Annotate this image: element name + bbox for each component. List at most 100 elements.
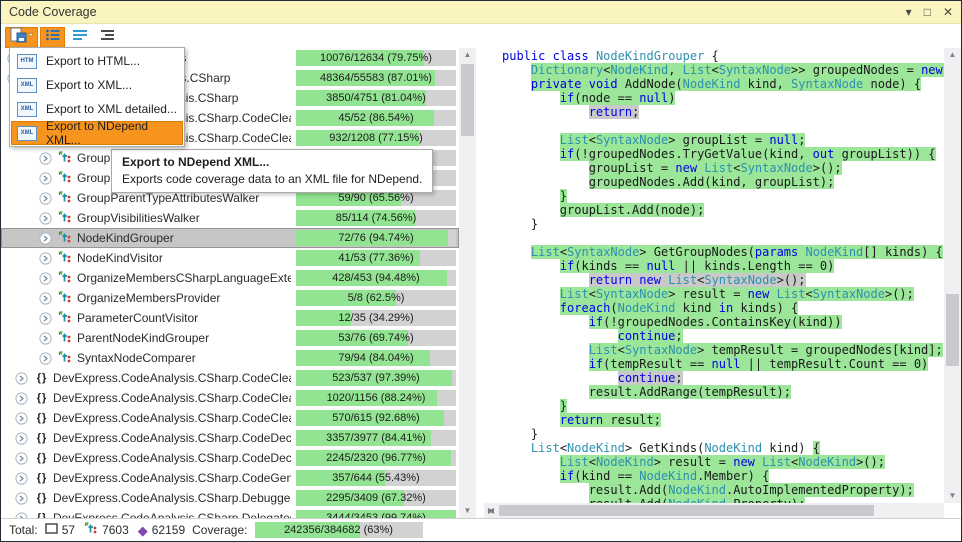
tree-row-label: DevExpress.CodeAnalysis.CSharp.CodeDecla… — [53, 451, 291, 465]
code-preview-panel[interactable]: public class NodeKindGrouper { Dictionar… — [484, 48, 961, 518]
tree-row[interactable]: { }DevExpress.CodeAnalysis.CSharp.Debugg… — [1, 488, 459, 508]
expand-icon[interactable] — [15, 372, 28, 385]
code-line: Dictionary<NodeKind, List<SyntaxNode>> g… — [502, 63, 944, 77]
status-count-value: 7603 — [102, 523, 129, 537]
tree-row[interactable]: { }DevExpress.CodeAnalysis.CSharp.CodeDe… — [1, 448, 459, 468]
tree-row[interactable]: OrganizeMembersCSharpLanguageExtension42… — [1, 268, 459, 288]
coverage-bar: 3444/3453 (99.74%) — [296, 510, 456, 518]
scroll-down-icon[interactable]: ▼ — [944, 489, 961, 503]
expand-icon[interactable] — [39, 192, 52, 205]
tree-row-label: GroupVisibilitiesWalker — [77, 211, 291, 225]
class-icon — [57, 271, 73, 285]
maximize-icon[interactable]: □ — [924, 6, 931, 18]
code-line: result.Add(NodeKind.AutoImplementedPrope… — [502, 483, 944, 497]
tree-row[interactable]: { }DevExpress.CodeAnalysis.CSharp.Delega… — [1, 508, 459, 518]
menu-item[interactable]: XMLExport to XML detailed... — [11, 97, 183, 121]
expand-icon[interactable] — [15, 472, 28, 485]
tree-row[interactable]: { }DevExpress.CodeAnalysis.CSharp.CodeGe… — [1, 468, 459, 488]
code-vertical-scrollbar[interactable]: ▲ ▼ — [944, 48, 961, 503]
scrollbar-thumb[interactable] — [499, 505, 874, 516]
tree-row[interactable]: ParameterCountVisitor12/35 (34.29%) — [1, 308, 459, 328]
tree-row[interactable]: ParentNodeKindGrouper 53/76 (69.74%) — [1, 328, 459, 348]
coverage-bar: 3850/4751 (81.04%) — [296, 90, 456, 106]
tree-row[interactable]: OrganizeMembersProvider5/8 (62.5%) — [1, 288, 459, 308]
tree-row[interactable]: GroupVisibilitiesWalker 85/114 (74.56%) — [1, 208, 459, 228]
expand-icon[interactable] — [39, 272, 52, 285]
code-line: if(!groupedNodes.TryGetValue(kind, out g… — [502, 147, 944, 161]
scroll-up-icon[interactable]: ▲ — [459, 48, 476, 62]
flat-list-button[interactable] — [67, 27, 92, 48]
tree-row[interactable]: { }DevExpress.CodeAnalysis.CSharp.CodeCl… — [1, 388, 459, 408]
expand-icon[interactable] — [39, 172, 52, 185]
class-icon — [57, 311, 73, 325]
tree-row-label: ParentNodeKindGrouper — [77, 331, 291, 345]
code-view[interactable]: public class NodeKindGrouper { Dictionar… — [484, 49, 944, 503]
expand-icon[interactable] — [15, 412, 28, 425]
coverage-bar: 10076/12634 (79.75%) — [296, 50, 456, 66]
expand-icon[interactable] — [39, 152, 52, 165]
scrollbar-thumb[interactable] — [461, 64, 474, 136]
code-line: public class NodeKindGrouper { — [502, 49, 944, 63]
coverage-bar: 48364/55583 (87.01%) — [296, 70, 456, 86]
tree-row[interactable]: SyntaxNodeComparer79/94 (84.04%) — [1, 348, 459, 368]
coverage-bar: 72/76 (94.74%) — [296, 230, 456, 246]
scrollbar-thumb[interactable] — [946, 294, 959, 366]
expand-icon[interactable] — [39, 312, 52, 325]
code-horizontal-scrollbar[interactable]: ◀ ▶ — [484, 503, 944, 518]
close-icon[interactable]: ✕ — [943, 6, 953, 18]
code-line: if(tempResult == null || tempResult.Coun… — [502, 357, 944, 371]
expand-icon[interactable] — [15, 492, 28, 505]
menu-item[interactable]: XMLExport to NDepend XML... — [11, 121, 183, 145]
expand-icon[interactable] — [39, 252, 52, 265]
coverage-bar-text: 85/114 (74.56%) — [296, 210, 456, 226]
column-chooser-button[interactable] — [40, 27, 65, 48]
coverage-bar-text: 12/35 (34.29%) — [296, 310, 456, 326]
tree-vertical-scrollbar[interactable]: ▲ ▼ — [459, 48, 476, 518]
tree-row[interactable]: { }DevExpress.CodeAnalysis.CSharp.CodeCl… — [1, 408, 459, 428]
coverage-bar-text: 72/76 (94.74%) — [296, 230, 456, 246]
expand-icon[interactable] — [15, 432, 28, 445]
tooltip: Export to NDepend XML... Exports code co… — [111, 149, 433, 193]
namespace-icon: { } — [33, 372, 49, 384]
expand-icon[interactable] — [39, 292, 52, 305]
expand-icon[interactable] — [39, 352, 52, 365]
coverage-bar-text: 45/52 (86.54%) — [296, 110, 456, 126]
menu-item[interactable]: HTMExport to HTML... — [11, 49, 183, 73]
expand-icon[interactable] — [15, 392, 28, 405]
tree-row[interactable]: { }DevExpress.CodeAnalysis.CSharp.CodeCl… — [1, 368, 459, 388]
flat-list-icon — [72, 28, 88, 47]
expand-icon[interactable] — [39, 332, 52, 345]
tree-row-label: DevExpress.CodeAnalysis.CSharp.CodeDecla… — [53, 431, 291, 445]
expand-icon[interactable] — [39, 212, 52, 225]
class-icon — [84, 522, 98, 539]
coverage-bar: 357/644 (55.43%) — [296, 470, 456, 486]
tree-list-button[interactable] — [94, 27, 119, 48]
scroll-right-icon[interactable]: ▶ — [484, 503, 498, 518]
code-line: foreach(NodeKind kind in kinds) { — [502, 301, 944, 315]
coverage-bar-text: 1020/1156 (88.24%) — [296, 390, 456, 406]
tree-row[interactable]: { }DevExpress.CodeAnalysis.CSharp.CodeDe… — [1, 428, 459, 448]
coverage-bar-text: 932/1208 (77.15%) — [296, 130, 456, 146]
export-dropdown-button[interactable] — [5, 27, 38, 48]
coverage-bar: 53/76 (69.74%) — [296, 330, 456, 346]
code-line: if(node == null) — [502, 91, 944, 105]
coverage-bar: 2295/3409 (67.32%) — [296, 490, 456, 506]
scroll-up-icon[interactable]: ▲ — [944, 48, 961, 62]
tree-row[interactable]: NodeKindVisitor41/53 (77.36%) — [1, 248, 459, 268]
expand-icon[interactable] — [15, 452, 28, 465]
menu-item[interactable]: XMLExport to XML... — [11, 73, 183, 97]
tree-row-label: NodeKindGrouper — [77, 231, 291, 245]
tree-row-selected[interactable]: NodeKindGrouper 72/76 (94.74%) — [1, 228, 459, 248]
code-line: } — [502, 427, 944, 441]
scroll-down-icon[interactable]: ▼ — [459, 504, 476, 518]
total-label: Total: — [9, 523, 38, 537]
code-line — [502, 231, 944, 245]
coverage-bar: 428/453 (94.48%) — [296, 270, 456, 286]
splitter[interactable] — [476, 48, 484, 518]
window-menu-icon[interactable]: ▾ — [906, 6, 912, 18]
coverage-label: Coverage: — [192, 523, 247, 537]
code-line — [502, 119, 944, 133]
tree-row-label: OrganizeMembersProvider — [77, 291, 291, 305]
expand-icon[interactable] — [39, 232, 52, 245]
tooltip-title: Export to NDepend XML... — [122, 155, 422, 169]
